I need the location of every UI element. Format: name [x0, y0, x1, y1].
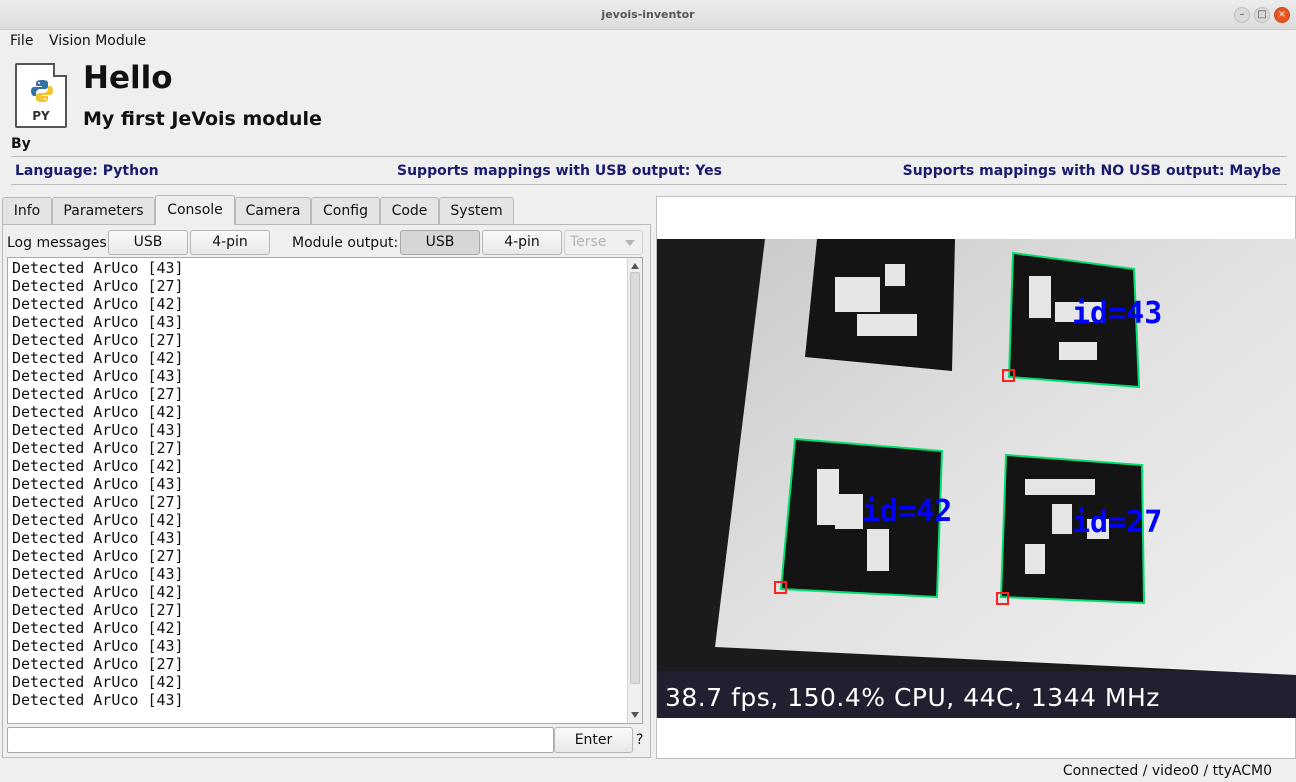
minimize-button[interactable]: –	[1234, 7, 1250, 23]
console-line: Detected ArUco [27]	[12, 385, 184, 403]
connection-status: Connected / video0 / ttyACM0	[1062, 763, 1272, 779]
title-bar: jevois-inventor – □ ×	[0, 0, 1296, 30]
tab-info[interactable]: Info	[2, 197, 52, 224]
enter-button[interactable]: Enter	[554, 727, 633, 753]
scroll-up-icon[interactable]	[631, 263, 639, 269]
window-title: jevois-inventor	[601, 8, 695, 21]
python-logo-icon	[31, 80, 53, 102]
module-name: Hello	[83, 60, 173, 96]
python-file-icon: PY	[15, 63, 67, 128]
console-line: Detected ArUco [43]	[12, 259, 184, 277]
log-messages-label: Log messages:	[7, 235, 112, 251]
output-4pin-button[interactable]: 4-pin	[482, 230, 562, 255]
log-usb-button[interactable]: USB	[108, 230, 188, 255]
console-line: Detected ArUco [43]	[12, 421, 184, 439]
console-line: Detected ArUco [43]	[12, 637, 184, 655]
camera-video[interactable]: id=43 id=42 id=27 38.7 fps, 150.4% CPU, …	[657, 239, 1296, 718]
status-bar: Connected / video0 / ttyACM0	[0, 762, 1296, 782]
marker-label-27: id=27	[1072, 505, 1162, 540]
console-line: Detected ArUco [27]	[12, 655, 184, 673]
tab-parameters[interactable]: Parameters	[52, 197, 155, 224]
usb-support-info: Supports mappings with USB output: Yes	[397, 163, 722, 179]
tab-system[interactable]: System	[439, 197, 514, 224]
page-fold	[53, 63, 67, 77]
author-label: By	[11, 136, 31, 152]
verbosity-select[interactable]: Terse	[564, 230, 643, 255]
video-pane: id=43 id=42 id=27 38.7 fps, 150.4% CPU, …	[656, 196, 1296, 759]
console-line: Detected ArUco [42]	[12, 295, 184, 313]
console-lines: Detected ArUco [43] Detected ArUco [27] De…	[12, 259, 184, 709]
log-4pin-button[interactable]: 4-pin	[190, 230, 270, 255]
console-line: Detected ArUco [42]	[12, 349, 184, 367]
console-line: Detected ArUco [27]	[12, 331, 184, 349]
tab-console[interactable]: Console	[155, 195, 235, 225]
verbosity-value: Terse	[570, 234, 607, 250]
nousb-support-info: Supports mappings with NO USB output: Ma…	[902, 163, 1281, 179]
marker-label-42: id=42	[862, 494, 952, 529]
console-line: Detected ArUco [43]	[12, 367, 184, 385]
camera-scene: id=43 id=42 id=27	[657, 239, 1296, 718]
scroll-down-icon[interactable]	[631, 712, 639, 718]
menu-file[interactable]: File	[10, 33, 33, 49]
console-line: Detected ArUco [27]	[12, 547, 184, 565]
file-extension-label: PY	[32, 109, 50, 123]
console-line: Detected ArUco [43]	[12, 565, 184, 583]
console-line: Detected ArUco [43]	[12, 691, 184, 709]
help-button[interactable]: ?	[636, 732, 643, 748]
output-usb-button[interactable]: USB	[400, 230, 480, 255]
chevron-down-icon	[625, 240, 635, 246]
console-line: Detected ArUco [42]	[12, 619, 184, 637]
console-line: Detected ArUco [43]	[12, 475, 184, 493]
console-scrollbar[interactable]	[627, 258, 642, 723]
menu-bar: File Vision Module	[0, 30, 1296, 52]
console-line: Detected ArUco [27]	[12, 277, 184, 295]
console-line: Detected ArUco [27]	[12, 439, 184, 457]
console-line: Detected ArUco [42]	[12, 673, 184, 691]
fps-overlay: 38.7 fps, 150.4% CPU, 44C, 1344 MHz	[665, 683, 1160, 712]
console-line: Detected ArUco [42]	[12, 403, 184, 421]
module-output-label: Module output:	[292, 235, 399, 251]
menu-vision-module[interactable]: Vision Module	[49, 33, 146, 49]
divider	[11, 184, 1287, 185]
close-button[interactable]: ×	[1274, 7, 1290, 23]
console-line: Detected ArUco [42]	[12, 511, 184, 529]
language-info: Language: Python	[15, 163, 159, 179]
console-line: Detected ArUco [27]	[12, 601, 184, 619]
console-line: Detected ArUco [43]	[12, 529, 184, 547]
console-line: Detected ArUco [42]	[12, 583, 184, 601]
console-line: Detected ArUco [27]	[12, 493, 184, 511]
maximize-button[interactable]: □	[1254, 7, 1270, 23]
tab-camera[interactable]: Camera	[235, 197, 311, 224]
console-log[interactable]: Detected ArUco [43] Detected ArUco [27] De…	[7, 257, 643, 724]
console-line: Detected ArUco [43]	[12, 313, 184, 331]
console-line: Detected ArUco [42]	[12, 457, 184, 475]
command-input[interactable]	[7, 727, 554, 753]
module-description: My first JeVois module	[83, 108, 322, 130]
tab-config[interactable]: Config	[311, 197, 380, 224]
marker-label-43: id=43	[1072, 296, 1162, 331]
scroll-thumb[interactable]	[630, 272, 640, 684]
tab-code[interactable]: Code	[380, 197, 439, 224]
divider	[11, 156, 1287, 157]
